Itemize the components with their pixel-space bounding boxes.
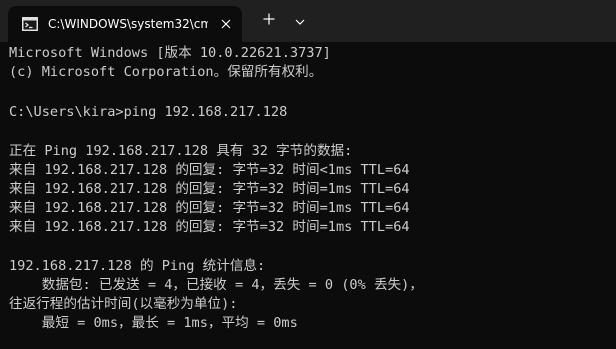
tab-title: C:\WINDOWS\system32\cmd. <box>48 17 208 31</box>
console-line: 来自 192.168.217.128 的回复: 字节=32 时间<1ms TTL… <box>9 162 410 178</box>
title-bar: C:\WINDOWS\system32\cmd. <box>0 0 616 42</box>
terminal-icon <box>22 17 38 31</box>
console-line: 数据包: 已发送 = 4，已接收 = 4，丢失 = 0 (0% 丢失)， <box>9 277 423 293</box>
console-line: Microsoft Windows [版本 10.0.22621.3737] <box>9 45 331 61</box>
console-line: 192.168.217.128 的 Ping 统计信息: <box>9 258 266 274</box>
console-line: 来自 192.168.217.128 的回复: 字节=32 时间=1ms TTL… <box>9 181 410 197</box>
terminal-window: C:\WINDOWS\system32\cmd. Microsoft Windo… <box>0 0 616 349</box>
tab-cmd[interactable]: C:\WINDOWS\system32\cmd. <box>8 6 242 42</box>
console-line: 正在 Ping 192.168.217.128 具有 32 字节的数据: <box>9 143 353 159</box>
terminal-output[interactable]: Microsoft Windows [版本 10.0.22621.3737] (… <box>0 42 616 349</box>
plus-icon <box>263 12 275 30</box>
console-line: 往返行程的估计时间(以毫秒为单位): <box>9 296 238 312</box>
console-line: (c) Microsoft Corporation。保留所有权利。 <box>9 64 323 80</box>
close-icon[interactable] <box>216 14 236 34</box>
console-line: 来自 192.168.217.128 的回复: 字节=32 时间=1ms TTL… <box>9 219 410 235</box>
new-tab-button[interactable] <box>257 9 281 33</box>
tab-dropdown-button[interactable] <box>288 9 312 33</box>
console-line: 来自 192.168.217.128 的回复: 字节=32 时间=1ms TTL… <box>9 200 410 216</box>
console-line: C:\Users\kira>ping 192.168.217.128 <box>9 104 288 120</box>
chevron-down-icon <box>295 12 305 30</box>
console-line: 最短 = 0ms，最长 = 1ms，平均 = 0ms <box>9 315 298 331</box>
